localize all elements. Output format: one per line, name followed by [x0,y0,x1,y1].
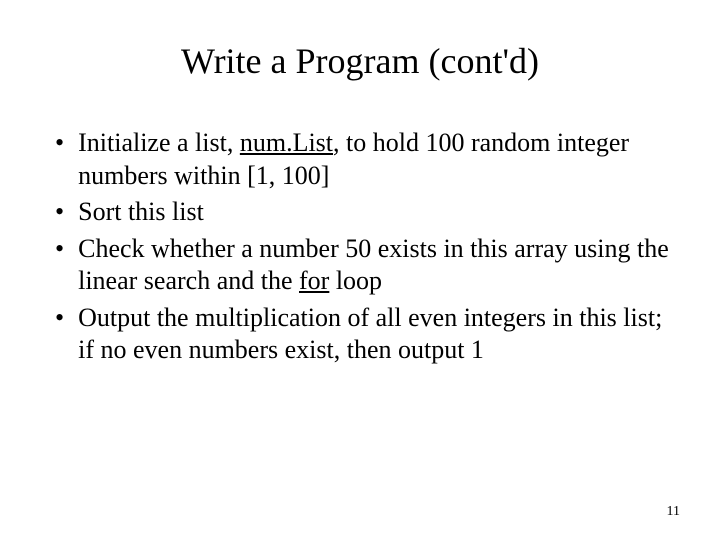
bullet-marker: • [55,302,64,335]
bullet-text: Check whether a number 50 exists in this… [78,233,680,298]
bullet-marker: • [55,196,64,229]
page-number: 11 [667,504,680,520]
bullet-text: Output the multiplication of all even in… [78,302,680,367]
bullet-item: • Output the multiplication of all even i… [55,302,680,367]
bullet-text: Initialize a list, num.List, to hold 100… [78,127,680,192]
bullet-item: • Initialize a list, num.List, to hold 10… [55,127,680,192]
bullet-list: • Initialize a list, num.List, to hold 10… [40,127,680,367]
bullet-text: Sort this list [78,196,680,229]
slide-title: Write a Program (cont'd) [40,40,680,82]
bullet-marker: • [55,127,64,160]
bullet-marker: • [55,233,64,266]
bullet-item: • Check whether a number 50 exists in thi… [55,233,680,298]
bullet-item: • Sort this list [55,196,680,229]
